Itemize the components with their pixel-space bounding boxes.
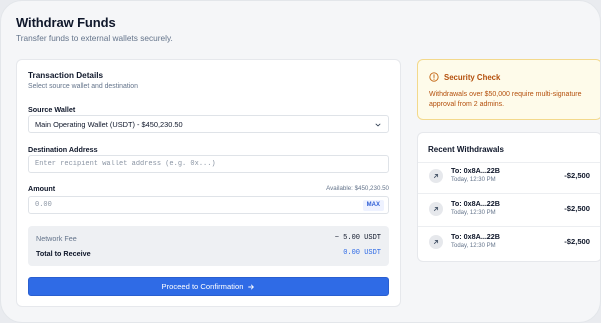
source-wallet-select[interactable]: Main Operating Wallet (USDT) - $450,230.… [28,115,389,133]
withdrawal-amount: -$2,500 [564,204,590,213]
alert-circle-icon [429,72,439,82]
arrow-up-right-icon [433,239,439,245]
fee-summary: Network Fee ~ 5.00 USDT Total to Receive… [28,226,389,266]
max-button[interactable]: MAX [362,200,384,211]
available-balance: Available: $450,230.50 [326,185,389,192]
network-fee-label: Network Fee [36,234,77,243]
amount-input[interactable]: 0.00 MAX [28,196,389,214]
withdrawal-icon-badge [429,169,443,183]
page-subtitle: Transfer funds to external wallets secur… [16,33,173,43]
network-fee-value: ~ 5.00 USDT [334,234,381,242]
proceed-button-label: Proceed to Confirmation [161,282,244,291]
withdrawal-time: Today, 12:30 PM [451,177,496,183]
withdrawal-recipient: To: 0x8A...22B [451,232,500,241]
withdrawal-amount: -$2,500 [564,237,590,246]
arrow-right-icon [248,284,255,289]
destination-address-input[interactable] [28,155,389,173]
recent-withdrawals-title: Recent Withdrawals [428,145,504,154]
withdrawal-time: Today, 12:30 PM [451,243,496,249]
destination-address-label: Destination Address [28,145,98,154]
total-receive-label: Total to Receive [36,249,91,258]
chevron-down-icon [375,123,381,127]
transaction-subtitle: Select source wallet and destination [28,83,138,90]
withdrawal-amount: -$2,500 [564,171,590,180]
security-check-text: Withdrawals over $50,000 require multi-s… [429,91,582,108]
withdrawal-time: Today, 12:30 PM [451,210,496,216]
withdrawal-recipient: To: 0x8A...22B [451,166,500,175]
app-window: Withdraw Funds Transfer funds to externa… [0,0,601,323]
arrow-up-right-icon [433,173,439,179]
security-check-card: Security Check Withdrawals over $50,000 … [417,59,600,120]
transaction-title: Transaction Details [28,71,104,80]
recent-withdrawals-card: Recent Withdrawals To: 0x8A...22B Today,… [417,132,600,262]
page-title: Withdraw Funds [16,15,116,30]
proceed-button[interactable]: Proceed to Confirmation [28,277,389,296]
withdrawal-row[interactable]: To: 0x8A...22B Today, 12:30 PM -$2,500 [418,193,600,226]
amount-value: 0.00 [35,201,52,209]
withdrawal-icon-badge [429,235,443,249]
withdrawal-row[interactable]: To: 0x8A...22B Today, 12:30 PM -$2,500 [418,226,600,259]
withdrawal-row[interactable]: To: 0x8A...22B Today, 12:30 PM -$2,500 [418,160,600,193]
source-wallet-label: Source Wallet [28,105,76,114]
total-receive-value: 0.00 USDT [343,249,381,257]
withdrawal-icon-badge [429,202,443,216]
arrow-up-right-icon [433,206,439,212]
security-check-title: Security Check [444,73,501,82]
transaction-card: Transaction Details Select source wallet… [16,59,401,307]
withdrawal-recipient: To: 0x8A...22B [451,199,500,208]
source-wallet-value: Main Operating Wallet (USDT) - $450,230.… [35,119,183,129]
amount-label: Amount [28,184,56,193]
